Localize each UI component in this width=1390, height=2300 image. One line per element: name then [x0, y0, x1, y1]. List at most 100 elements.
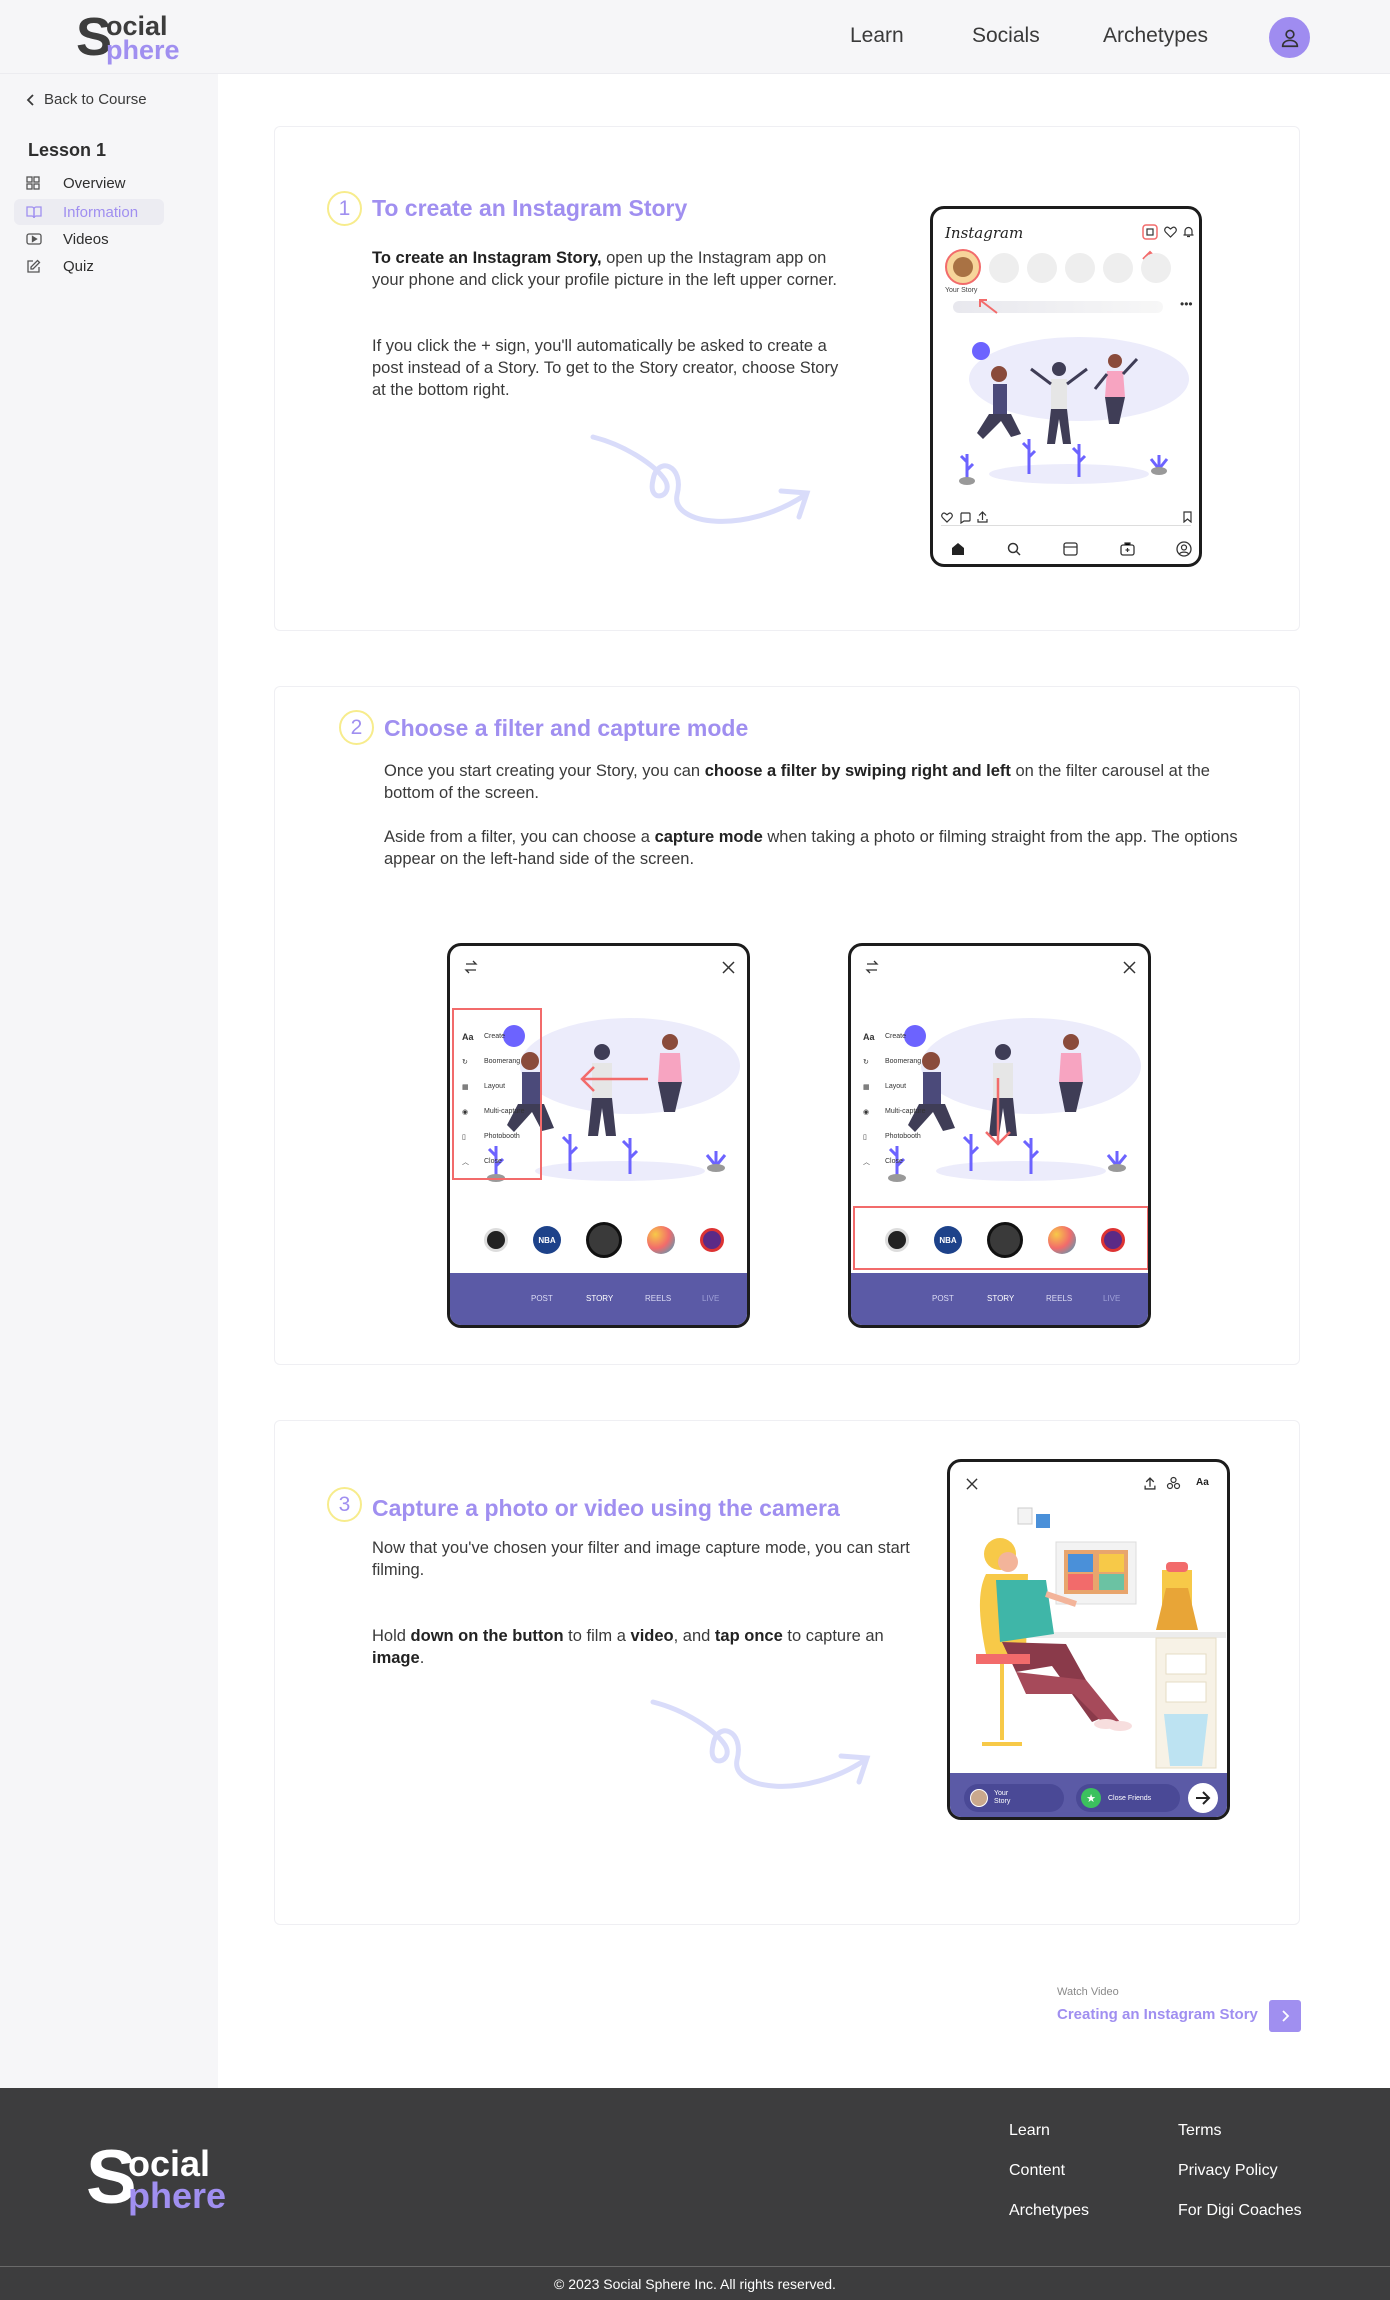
step-number: 2 [339, 710, 374, 745]
mode-item[interactable]: ︿ Close [462, 1149, 524, 1174]
step-number: 3 [327, 1487, 362, 1522]
effects-icon[interactable] [1166, 1476, 1181, 1491]
mode-item[interactable]: ↻ Boomerang [863, 1049, 925, 1074]
section-title: To create an Instagram Story [372, 195, 688, 221]
next-video-button[interactable] [1269, 2000, 1301, 2032]
your-story-button[interactable]: Your Story [964, 1784, 1064, 1812]
next-video-link[interactable]: Creating an Instagram Story [1057, 2006, 1258, 2023]
grid-icon [26, 176, 40, 190]
download-icon[interactable] [1144, 1477, 1156, 1490]
back-to-course-link[interactable]: Back to Course [26, 91, 147, 108]
mode-item[interactable]: Aa Create [863, 1024, 925, 1049]
section-paragraph: Once you start creating your Story, you … [384, 762, 1210, 802]
filter-nba[interactable]: NBA [934, 1226, 962, 1254]
footer-link-content[interactable]: Content [1009, 2162, 1065, 2180]
avatar[interactable] [1269, 17, 1310, 58]
filter-dot[interactable] [484, 1228, 508, 1252]
instagram-wordmark: Instagram [945, 224, 1024, 242]
capture-mode-list: Aa Create ↻ Boomerang ▦ Layout ◉ Multi-captu… [462, 1024, 524, 1174]
tab-reels[interactable]: REELS [1046, 1294, 1072, 1303]
nav-archetypes[interactable]: Archetypes [1103, 24, 1208, 48]
filter-nba[interactable]: NBA [533, 1226, 561, 1254]
story-placeholder [1065, 253, 1095, 283]
flip-camera-icon [464, 960, 478, 974]
star-icon: ★ [1081, 1788, 1101, 1808]
decorative-squiggle-arrow [650, 1699, 871, 1789]
footer-link-learn[interactable]: Learn [1009, 2122, 1050, 2140]
book-icon [26, 206, 42, 219]
sidebar-item-quiz[interactable]: Quiz [14, 253, 164, 279]
copyright: © 2023 Social Sphere Inc. All rights res… [554, 2276, 836, 2292]
tab-live[interactable]: LIVE [1103, 1294, 1120, 1303]
footer-link-digi-coaches[interactable]: For Digi Coaches [1178, 2202, 1302, 2220]
mode-item[interactable]: ▯ Photobooth [462, 1124, 524, 1149]
filter-colorful[interactable] [1048, 1226, 1076, 1254]
add-post-icon [1142, 224, 1158, 240]
mode-item[interactable]: ▯ Photobooth [863, 1124, 925, 1149]
heart-icon [1164, 226, 1177, 238]
profile-icon [1176, 541, 1192, 557]
mode-item[interactable]: Aa Create [462, 1024, 524, 1049]
sidebar-item-information[interactable]: Information [14, 199, 164, 225]
tab-story[interactable]: STORY [987, 1294, 1014, 1303]
sidebar-item-label: Information [63, 203, 139, 221]
filter-carousel-phone-mockup: Aa Create ↻ Boomerang ▦ Layout ◉ Multi-captu… [848, 943, 1151, 1328]
footer-logo[interactable]: S ocial phere [86, 2140, 246, 2220]
send-button[interactable] [1188, 1783, 1218, 1813]
tab-story[interactable]: STORY [586, 1294, 613, 1303]
footer-link-terms[interactable]: Terms [1178, 2122, 1222, 2140]
section-paragraph: Now that you've chosen your filter and i… [372, 1539, 910, 1579]
sidebar [0, 74, 218, 2088]
mode-item[interactable]: ◉ Multi-capture [863, 1099, 925, 1124]
mode-item[interactable]: ▦ Layout [462, 1074, 524, 1099]
nav-learn[interactable]: Learn [850, 24, 904, 48]
shutter-button[interactable] [987, 1222, 1023, 1258]
close-icon[interactable] [722, 961, 735, 974]
text-tool-icon[interactable]: Aa [1196, 1477, 1209, 1488]
instagram-phone-mockup: Instagram Your Story ••• [930, 206, 1202, 567]
capture-phone-mockup: Aa Your Story ★ Close Friends [947, 1459, 1230, 1820]
search-icon [1007, 542, 1021, 556]
close-icon[interactable] [1123, 961, 1136, 974]
close-friends-button[interactable]: ★ Close Friends [1076, 1784, 1180, 1812]
woman-at-desk-illustration [976, 1507, 1226, 1769]
capture-mode-list: Aa Create ↻ Boomerang ▦ Layout ◉ Multi-captu… [863, 1024, 925, 1174]
more-icon: ••• [1180, 297, 1193, 311]
back-label: Back to Course [44, 91, 147, 108]
camera-tabs: POST STORY REELS LIVE [450, 1273, 747, 1325]
footer-link-privacy-policy[interactable]: Privacy Policy [1178, 2162, 1278, 2180]
tab-post[interactable]: POST [932, 1294, 954, 1303]
filter-purple[interactable] [700, 1228, 724, 1252]
filter-carousel[interactable]: NBA [484, 1222, 724, 1258]
logo[interactable]: S ocial phere [76, 10, 186, 64]
mode-item[interactable]: ↻ Boomerang [462, 1049, 524, 1074]
shutter-button[interactable] [586, 1222, 622, 1258]
filter-carousel[interactable]: NBA [885, 1222, 1125, 1258]
mode-item[interactable]: ◉ Multi-capture [462, 1099, 524, 1124]
section-title: Choose a filter and capture mode [384, 715, 749, 741]
sidebar-item-label: Quiz [63, 257, 94, 275]
filter-dot[interactable] [885, 1228, 909, 1252]
tab-post[interactable]: POST [531, 1294, 553, 1303]
story-placeholder [1027, 253, 1057, 283]
home-icon [952, 543, 964, 555]
chevron-left-icon [26, 93, 34, 106]
edit-icon [27, 259, 41, 273]
footer-divider [0, 2266, 1390, 2267]
sidebar-item-videos[interactable]: Videos [14, 226, 164, 252]
close-icon[interactable] [966, 1478, 978, 1490]
mode-item[interactable]: ︿ Close [863, 1149, 925, 1174]
red-arrow-diagonal-icon [979, 299, 998, 314]
mode-item[interactable]: ▦ Layout [863, 1074, 925, 1099]
story-avatar[interactable] [945, 249, 981, 285]
section-paragraph: Hold down on the button to film a video,… [372, 1627, 884, 1667]
footer-link-archetypes[interactable]: Archetypes [1009, 2202, 1089, 2220]
sidebar-item-overview[interactable]: Overview [14, 170, 164, 196]
nav-socials[interactable]: Socials [972, 24, 1040, 48]
filter-purple[interactable] [1101, 1228, 1125, 1252]
chevron-right-icon [1282, 2010, 1290, 2022]
red-arrow-left-icon [580, 1066, 648, 1092]
tab-live[interactable]: LIVE [702, 1294, 719, 1303]
filter-colorful[interactable] [647, 1226, 675, 1254]
tab-reels[interactable]: REELS [645, 1294, 671, 1303]
